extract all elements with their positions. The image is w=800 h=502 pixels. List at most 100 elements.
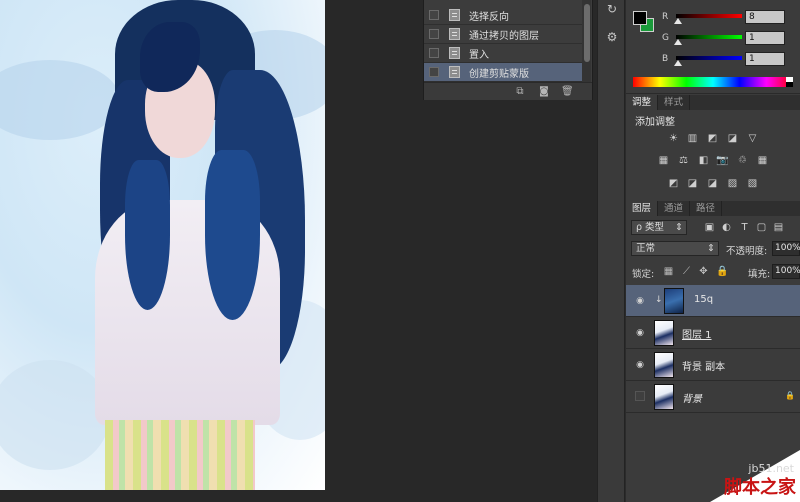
layer-name[interactable]: 图层 1: [682, 326, 712, 341]
figure-hair: [125, 160, 170, 310]
chevron-down-icon: ⇕: [707, 243, 715, 254]
channel-b-input[interactable]: 1: [745, 52, 785, 66]
eye-icon[interactable]: ◉: [634, 327, 646, 339]
figure-skirt: [105, 420, 255, 490]
clipping-arrow-icon: ↓: [655, 295, 663, 305]
channel-b-slider[interactable]: [676, 56, 742, 60]
exposure-icon[interactable]: ◪: [726, 133, 739, 145]
lock-label: 锁定:: [632, 269, 655, 280]
history-snapshot-checkbox[interactable]: [429, 48, 439, 58]
layer-row[interactable]: ◉ ↓ 15q: [626, 285, 800, 317]
layer-row[interactable]: ◉ 图层 1: [626, 317, 800, 349]
layer-row[interactable]: ◉ 背景 副本: [626, 349, 800, 381]
history-step-icon: [449, 28, 460, 40]
lock-transparent-icon[interactable]: ▦: [663, 266, 674, 277]
shape-layer-filter-icon[interactable]: ▢: [756, 222, 767, 233]
camera-snapshot-icon[interactable]: ◙: [538, 86, 550, 97]
color-lookup-icon[interactable]: ▦: [756, 155, 769, 167]
history-item[interactable]: 选择反向: [424, 6, 582, 25]
history-snapshot-checkbox[interactable]: [429, 29, 439, 39]
posterize-icon[interactable]: ◪: [686, 178, 699, 190]
blend-mode-select[interactable]: 正常 ⇕: [631, 241, 719, 256]
lock-position-icon[interactable]: ✥: [698, 266, 709, 277]
channel-g-input[interactable]: 1: [745, 31, 785, 45]
history-item-selected[interactable]: 创建剪贴蒙版: [424, 63, 582, 82]
panel-dock: ↻ ⚙: [597, 0, 625, 502]
channel-r-slider[interactable]: [676, 14, 742, 18]
channel-r-input[interactable]: 8: [745, 10, 785, 24]
tab-paths[interactable]: 路径: [690, 201, 723, 216]
layer-name[interactable]: 背景: [682, 390, 702, 405]
tab-adjustments[interactable]: 调整: [626, 95, 659, 110]
blend-mode-value: 正常: [636, 243, 656, 254]
color-balance-icon[interactable]: ⚖: [677, 155, 690, 167]
channel-mixer-icon[interactable]: ♲: [736, 155, 749, 167]
history-step-icon: [449, 47, 460, 59]
vibrance-icon[interactable]: ▽: [746, 133, 759, 145]
adjustment-layer-filter-icon[interactable]: ◐: [721, 222, 732, 233]
gradient-map-icon[interactable]: ▨: [726, 178, 739, 190]
pixel-layer-filter-icon[interactable]: ▣: [704, 222, 715, 233]
properties-panel-icon[interactable]: ⚙: [602, 28, 622, 46]
layer-thumbnail[interactable]: [654, 384, 674, 410]
layer-row[interactable]: 背景 🔒: [626, 381, 800, 413]
brightness-icon[interactable]: ☀: [667, 133, 680, 145]
photo-filter-icon[interactable]: 📷: [716, 155, 729, 167]
layer-name[interactable]: 背景 副本: [682, 358, 725, 373]
new-document-from-state-icon[interactable]: ⧉: [514, 86, 526, 97]
tab-styles[interactable]: 样式: [658, 95, 691, 110]
history-panel-icon[interactable]: ↻: [602, 0, 622, 18]
foreground-color-swatch[interactable]: [633, 11, 647, 25]
hue-saturation-icon[interactable]: ▦: [657, 155, 670, 167]
eye-icon[interactable]: ◉: [634, 295, 646, 307]
history-step-icon: [449, 9, 460, 21]
history-item[interactable]: 置入: [424, 44, 582, 63]
selective-color-icon[interactable]: ▧: [746, 178, 759, 190]
history-scroll-thumb[interactable]: [584, 4, 590, 62]
layer-thumbnail[interactable]: [654, 352, 674, 378]
color-panel: R 8 G 1 B 1: [626, 0, 800, 94]
right-panels: R 8 G 1 B 1 调整 样式 添加调整 ☀ ▥ ◩ ◪ ▽ ▦ ⚖ ◧ 📷…: [626, 0, 800, 502]
tab-layers[interactable]: 图层: [626, 201, 659, 216]
eye-icon[interactable]: ◉: [634, 359, 646, 371]
trash-icon[interactable]: 🗑: [561, 86, 574, 97]
sky-cloud: [0, 60, 120, 140]
adjustments-title: 添加调整: [635, 117, 675, 128]
lock-all-icon[interactable]: 🔒: [716, 266, 728, 277]
adjustments-tabbar: 调整 样式: [626, 95, 800, 110]
type-layer-filter-icon[interactable]: T: [739, 222, 750, 233]
tab-channels[interactable]: 通道: [658, 201, 691, 216]
history-snapshot-checkbox[interactable]: [429, 10, 439, 20]
opacity-field[interactable]: 100%: [772, 241, 800, 256]
smart-object-filter-icon[interactable]: ▤: [773, 222, 784, 233]
visibility-toggle-off[interactable]: [635, 391, 645, 401]
history-item-label: 置入: [469, 49, 489, 61]
lock-image-icon[interactable]: ⟋: [681, 266, 692, 277]
color-spectrum[interactable]: [633, 77, 793, 87]
history-snapshot-checkbox[interactable]: [429, 67, 439, 77]
channel-b-label: B: [662, 54, 669, 64]
layer-thumbnail[interactable]: [654, 320, 674, 346]
invert-icon[interactable]: ◩: [667, 178, 680, 190]
channel-g-slider[interactable]: [676, 35, 742, 39]
chevron-down-icon: ⇕: [675, 222, 683, 233]
threshold-icon[interactable]: ◪: [706, 178, 719, 190]
history-item-label: 通过拷贝的图层: [469, 30, 539, 42]
layer-name[interactable]: 15q: [694, 294, 713, 305]
history-item[interactable]: 通过拷贝的图层: [424, 25, 582, 44]
curves-icon[interactable]: ◩: [706, 133, 719, 145]
fill-field[interactable]: 100%: [772, 264, 800, 279]
channel-g-label: G: [662, 33, 669, 43]
layer-kind-filter-select[interactable]: ρ 类型 ⇕: [631, 220, 687, 235]
black-white-icon[interactable]: ◧: [697, 155, 710, 167]
figure-hair: [205, 150, 260, 320]
watermark-brand: 脚本之家: [724, 477, 796, 498]
channel-r-marker[interactable]: [674, 18, 682, 24]
black-white-swatch[interactable]: [786, 77, 793, 87]
levels-icon[interactable]: ▥: [686, 133, 699, 145]
sky-cloud: [0, 360, 110, 470]
channel-b-marker[interactable]: [674, 60, 682, 66]
layer-thumbnail[interactable]: [664, 288, 684, 314]
channel-g-marker[interactable]: [674, 39, 682, 45]
document-image[interactable]: [0, 0, 325, 490]
